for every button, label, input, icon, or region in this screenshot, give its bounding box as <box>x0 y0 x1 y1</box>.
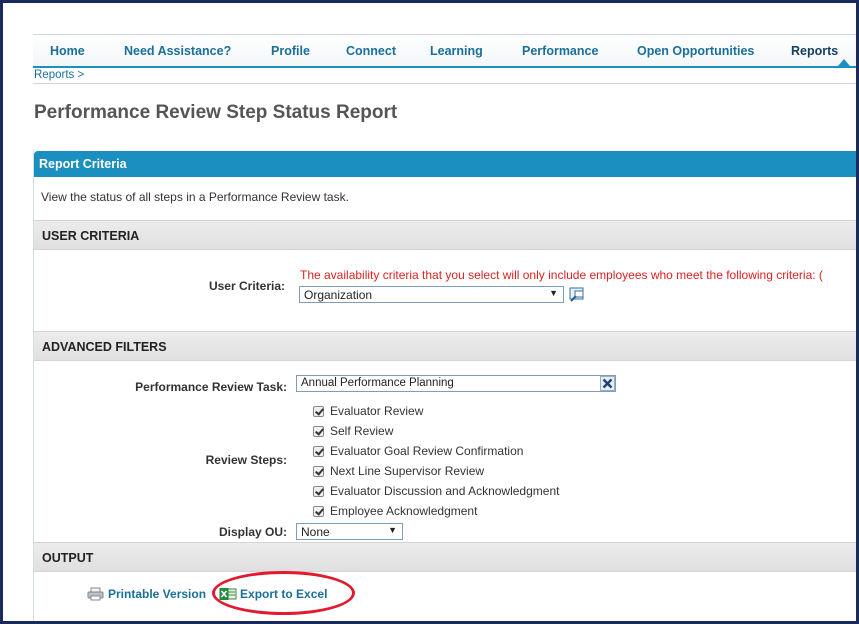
review-step-label: Evaluator Review <box>330 404 424 418</box>
review-step-label: Self Review <box>330 424 394 438</box>
review-step-item: Evaluator Goal Review Confirmation <box>313 441 559 461</box>
top-navigation: Home Need Assistance? Profile Connect Le… <box>33 34 856 68</box>
review-step-item: Employee Acknowledgment <box>313 501 559 521</box>
review-step-checkbox[interactable] <box>313 445 324 457</box>
review-step-label: Employee Acknowledgment <box>330 504 478 518</box>
nav-learning[interactable]: Learning <box>430 44 483 58</box>
section-user-criteria: USER CRITERIA <box>34 220 856 250</box>
active-tab-indicator <box>838 59 850 66</box>
printable-version-link[interactable]: Printable Version <box>108 587 206 601</box>
review-step-item: Next Line Supervisor Review <box>313 461 559 481</box>
nav-open-opportunities[interactable]: Open Opportunities <box>637 44 754 58</box>
review-step-checkbox[interactable] <box>313 485 324 497</box>
section-output: OUTPUT <box>34 542 856 572</box>
review-step-label: Evaluator Discussion and Acknowledgment <box>330 484 560 498</box>
panel-header: Report Criteria <box>34 151 856 177</box>
user-criteria-select[interactable]: Organization ▼ <box>299 286 564 303</box>
breadcrumb[interactable]: Reports > <box>34 69 84 81</box>
review-step-label: Evaluator Goal Review Confirmation <box>330 444 524 458</box>
display-ou-select[interactable]: None ▼ <box>296 523 403 540</box>
nav-need-assistance[interactable]: Need Assistance? <box>124 44 231 58</box>
display-ou-selected: None <box>301 525 330 539</box>
performance-task-input[interactable]: Annual Performance Planning <box>296 375 616 392</box>
panel-description: View the status of all steps in a Perfor… <box>41 190 349 204</box>
review-step-checkbox[interactable] <box>313 465 324 477</box>
nav-profile[interactable]: Profile <box>271 44 310 58</box>
nav-reports[interactable]: Reports <box>791 44 838 58</box>
review-steps-list: Evaluator Review Self Review Evaluator G… <box>313 401 559 521</box>
highlight-circle <box>212 571 355 615</box>
page-title: Performance Review Step Status Report <box>34 102 398 123</box>
close-icon[interactable] <box>600 376 615 391</box>
display-ou-label: Display OU: <box>218 525 287 539</box>
nav-performance[interactable]: Performance <box>522 44 598 58</box>
user-criteria-selected: Organization <box>304 288 373 302</box>
review-step-checkbox[interactable] <box>313 405 324 417</box>
review-step-item: Evaluator Review <box>313 401 559 421</box>
review-steps-label: Review Steps: <box>205 453 287 467</box>
review-step-label: Next Line Supervisor Review <box>330 464 485 478</box>
chevron-down-icon: ▼ <box>388 525 397 535</box>
review-step-item: Self Review <box>313 421 559 441</box>
chevron-down-icon: ▼ <box>549 288 558 298</box>
lookup-icon[interactable] <box>569 287 585 303</box>
user-criteria-warning: The availability criteria that you selec… <box>300 268 823 282</box>
section-advanced-filters: ADVANCED FILTERS <box>34 331 856 361</box>
report-criteria-panel: Report Criteria View the status of all s… <box>33 151 856 621</box>
review-step-checkbox[interactable] <box>313 505 324 517</box>
nav-connect[interactable]: Connect <box>346 44 396 58</box>
review-step-checkbox[interactable] <box>313 425 324 437</box>
nav-home[interactable]: Home <box>50 44 85 58</box>
user-criteria-label: User Criteria: <box>208 279 285 293</box>
divider <box>33 83 856 84</box>
nav-underline <box>33 66 856 68</box>
app-frame: Home Need Assistance? Profile Connect Le… <box>0 0 859 624</box>
printer-icon <box>87 587 104 601</box>
review-step-item: Evaluator Discussion and Acknowledgment <box>313 481 559 501</box>
performance-task-label: Performance Review Task: <box>135 380 287 394</box>
